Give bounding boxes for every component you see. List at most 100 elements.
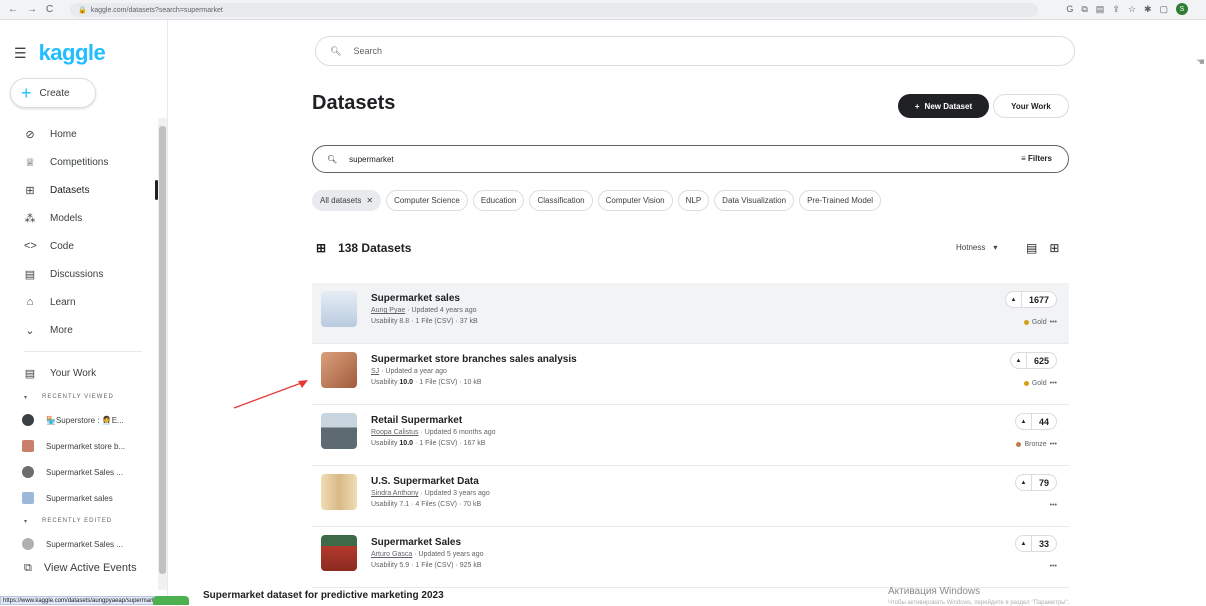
search-input[interactable]: 🔍︎ Search — [315, 36, 1075, 66]
dataset-meta: Usability 7.1 · 4 Files (CSV) · 70 kB — [371, 501, 482, 508]
size-text: 167 kB — [463, 440, 486, 447]
more-icon[interactable]: ••• — [1050, 319, 1057, 326]
recent-thumb — [22, 414, 34, 426]
your-work-button[interactable]: Your Work — [993, 94, 1069, 118]
sidebar-item-competitions[interactable]: ♕ Competitions — [0, 148, 158, 176]
upvote-button[interactable]: ▲ 625 — [1009, 352, 1057, 369]
forward-icon[interactable]: → — [27, 4, 37, 15]
list-item[interactable]: Supermarket sales Aung Pyae · Updated 4 … — [312, 283, 1069, 344]
dataset-title[interactable]: Supermarket dataset for predictive marke… — [203, 590, 444, 601]
chip-computer-science[interactable]: Computer Science — [386, 190, 468, 211]
list-item-partial[interactable]: Supermarket dataset for predictive marke… — [144, 588, 901, 605]
sidebar-item-label: Models — [50, 212, 83, 224]
dataset-search-input[interactable]: 🔍︎ supermarket ≡ Filters — [312, 145, 1069, 173]
upvote-icon: ▲ — [1011, 353, 1027, 368]
dataset-title[interactable]: Supermarket sales — [371, 293, 460, 304]
close-icon[interactable]: ✕ — [366, 196, 373, 205]
upvote-button[interactable]: ▲ 44 — [1014, 413, 1057, 430]
dataset-title[interactable]: Supermarket store branches sales analysi… — [371, 354, 577, 365]
reload-icon[interactable]: C — [46, 4, 53, 15]
author-link[interactable]: Arturo Gasca — [371, 551, 412, 558]
sidebar-item-code[interactable]: <> Code — [0, 232, 158, 260]
dataset-title[interactable]: Retail Supermarket — [371, 415, 462, 426]
list-item[interactable]: Supermarket store branches sales analysi… — [312, 344, 1069, 405]
kaggle-logo[interactable]: kaggle — [39, 40, 106, 66]
sidebar-item-datasets[interactable]: ⊞ Datasets — [0, 176, 158, 204]
scrollbar-thumb[interactable] — [159, 126, 166, 574]
star-icon[interactable]: ☆ — [1128, 4, 1136, 15]
dataset-title[interactable]: Supermarket Sales — [371, 537, 461, 548]
share-icon[interactable]: ⇪ — [1112, 4, 1120, 15]
dataset-title[interactable]: U.S. Supermarket Data — [371, 476, 479, 487]
menu-icon[interactable]: ☰ — [14, 45, 27, 62]
chip-data-visualization[interactable]: Data Visualization — [714, 190, 795, 211]
author-link[interactable]: Roopa Calistus — [371, 429, 418, 436]
chip-classification[interactable]: Classification — [529, 190, 593, 211]
table-icon: ⊞ — [316, 241, 327, 255]
list-item[interactable]: Supermarket Sales Arturo Gasca · Updated… — [312, 527, 1069, 588]
chip-pre-trained-model[interactable]: Pre-Trained Model — [799, 190, 882, 211]
search-icon: 🔍︎ — [330, 45, 342, 56]
list-view-icon[interactable]: ▤ — [1026, 241, 1037, 255]
dataset-byline: Sindra Anthony · Updated 3 years ago — [371, 490, 490, 497]
recent-item[interactable]: 🏪Superstore : 👩‍💼E... — [0, 407, 158, 433]
view-active-events[interactable]: ⧉ View Active Events — [24, 562, 137, 575]
recent-item[interactable]: Supermarket store b... — [0, 433, 158, 459]
more-menu: ••• — [1050, 563, 1057, 570]
create-button[interactable]: + Create — [10, 78, 96, 108]
sort-dropdown[interactable]: Hotness ▾ — [956, 243, 997, 252]
discussions-icon: ▤ — [24, 268, 36, 281]
recently-edited-header[interactable]: ▾ RECENTLY EDITED — [0, 511, 158, 531]
back-icon[interactable]: ← — [8, 4, 18, 15]
author-link[interactable]: Aung Pyae — [371, 307, 405, 314]
dataset-thumbnail — [321, 413, 357, 449]
vote-count: 625 — [1033, 355, 1049, 366]
files-text: 1 File (CSV) — [415, 318, 454, 325]
notebook-icon: ▤ — [24, 367, 36, 380]
recently-viewed-header[interactable]: ▾ RECENTLY VIEWED — [0, 387, 158, 407]
chip-all-datasets[interactable]: All datasets ✕ — [312, 190, 382, 211]
sidebar-item-home[interactable]: ⊘ Home — [0, 120, 158, 148]
sidebar-item-models[interactable]: ⁂ Models — [0, 204, 158, 232]
list-item[interactable]: U.S. Supermarket Data Sindra Anthony · U… — [312, 466, 1069, 527]
puzzle-icon[interactable]: ✱ — [1144, 4, 1152, 15]
profile-avatar[interactable]: S — [1176, 3, 1188, 15]
sidebar-scrollbar[interactable] — [158, 118, 167, 590]
upvote-icon: ▲ — [1016, 475, 1032, 490]
grid-view-icon[interactable]: ⊞ — [1049, 241, 1059, 255]
chevron-down-icon: ⌄ — [25, 324, 35, 337]
upvote-button[interactable]: ▲ 1677 — [1004, 291, 1057, 308]
author-link[interactable]: SJ — [371, 368, 379, 375]
upvote-button[interactable]: ▲ 33 — [1014, 535, 1057, 552]
chip-nlp[interactable]: NLP — [677, 190, 710, 211]
sidebar-item-more[interactable]: ⌄ More — [0, 316, 158, 344]
view-toggle: ▤ ⊞ — [1026, 241, 1059, 255]
upvote-button[interactable]: ▲ 79 — [1014, 474, 1057, 491]
google-icon[interactable]: G — [1066, 4, 1073, 14]
list-item[interactable]: Retail Supermarket Roopa Calistus · Upda… — [312, 405, 1069, 466]
filters-button[interactable]: ≡ Filters — [1021, 154, 1052, 163]
sidebar: ☰ kaggle + Create ⊘ Home ♕ Competitions … — [0, 20, 168, 605]
recent-item[interactable]: Supermarket Sales ... — [0, 459, 158, 485]
recent-item[interactable]: Supermarket sales — [0, 485, 158, 511]
more-icon[interactable]: ••• — [1050, 380, 1057, 387]
new-dataset-button[interactable]: + New Dataset — [898, 94, 989, 118]
author-link[interactable]: Sindra Anthony — [371, 490, 418, 497]
recent-item[interactable]: Supermarket Sales ... — [0, 531, 158, 557]
collapse-icon: ▾ — [24, 518, 29, 525]
count-label: 138 Datasets — [338, 241, 412, 255]
address-bar[interactable]: 🔒 kaggle.com/datasets?search=supermarket — [70, 3, 1038, 17]
more-icon[interactable]: ••• — [1050, 502, 1057, 509]
ext-icon[interactable]: ⧉ — [1081, 4, 1087, 15]
search-icon: 🔍︎ — [327, 154, 338, 164]
sidebar-item-discussions[interactable]: ▤ Discussions — [0, 260, 158, 288]
chip-computer-vision[interactable]: Computer Vision — [597, 190, 673, 211]
chip-education[interactable]: Education — [472, 190, 525, 211]
sidebar-item-your-work[interactable]: ▤ Your Work — [0, 359, 158, 387]
dataset-thumbnail — [321, 291, 357, 327]
sidebar-item-learn[interactable]: ⌂ Learn — [0, 288, 158, 316]
window-icon[interactable]: ▢ — [1159, 4, 1168, 15]
reader-icon[interactable]: ▤ — [1096, 4, 1105, 15]
more-icon[interactable]: ••• — [1050, 441, 1057, 448]
more-icon[interactable]: ••• — [1050, 563, 1057, 570]
